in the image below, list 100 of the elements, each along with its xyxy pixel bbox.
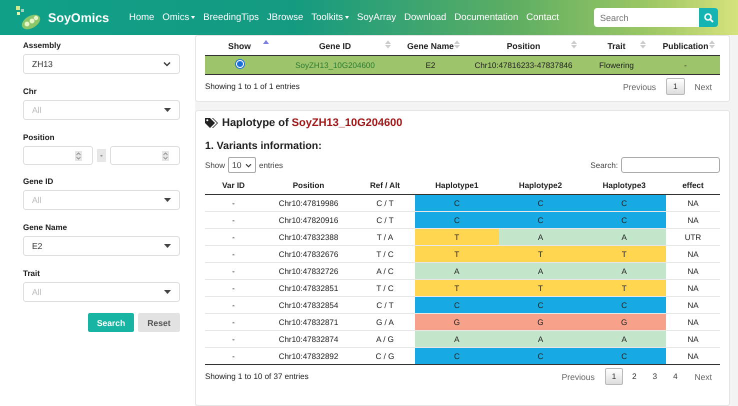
table-cell: Chr10:47832892 [262,348,355,364]
allele-cell: A [415,262,499,280]
select-field[interactable]: E2 [23,236,180,256]
table-cell: Chr10:47832854 [262,296,355,314]
allele-cell: T [582,280,666,296]
previous-link[interactable]: Previous [554,372,603,382]
allele-cell: C [415,212,499,228]
search-field[interactable]: Search [594,8,699,27]
allele-cell: C [582,348,666,364]
caret-icon [164,108,171,112]
allele-cell: T [498,280,582,296]
next-link[interactable]: Next [686,372,720,382]
table-cell: - [205,228,262,246]
allele-cell: A [582,262,666,280]
page-link[interactable]: 1 [666,78,685,95]
allele-cell: C [498,296,582,314]
table-info: Showing 1 to 1 of 1 entries [205,82,300,91]
spinner-icon [75,150,82,160]
previous-link[interactable]: Previous [614,82,664,92]
field-label: Assembly [23,41,62,50]
table-search-field[interactable] [621,157,720,173]
allele-cell: C [498,194,582,212]
column-header[interactable]: effect [666,176,720,194]
allele-cell: C [582,194,666,212]
search-icon [704,12,714,22]
allele-cell: G [498,314,582,330]
section-title: Haplotype of SoyZH13_10G204600 [222,117,402,129]
page-link[interactable]: 4 [666,368,685,385]
table-cell: Chr10:47819986 [262,194,355,212]
table-cell: NA [666,280,720,296]
table-cell: - [205,262,262,280]
page-link[interactable]: 1 [604,368,624,385]
section-heading: 1. Variants information: [205,140,323,152]
table-cell: NA [666,212,720,228]
table-cell: - [205,280,262,296]
table-cell: NA [666,262,720,280]
number-field[interactable] [110,146,180,165]
table-row[interactable]: SoyZH13_10G204600 E2 Chr10:47816233-47837846 Flowering - [205,56,720,74]
table-cell: NA [666,194,720,212]
allele-cell: T [415,280,499,296]
table-cell: Chr10:47832676 [262,246,355,262]
table-cell: NA [666,330,720,348]
column-header[interactable]: Position [262,176,355,194]
caret-icon [164,290,171,294]
caret-icon [345,16,350,19]
allele-cell: A [582,228,666,246]
length-label: Show [205,160,226,170]
caret-icon [191,16,196,19]
page-size-select[interactable]: 10 [228,157,256,173]
table-cell: - [205,348,262,364]
allele-cell: C [582,212,666,228]
range-separator: - [97,149,106,162]
table-cell: Chr10:47832726 [262,262,355,280]
table-cell: Flowering [582,56,651,74]
reset-button[interactable]: Reset [138,313,180,332]
next-link[interactable]: Next [686,82,720,92]
column-header[interactable]: Var ID [205,176,262,194]
allele-cell: C [415,194,499,212]
allele-cell: T [415,228,499,246]
length-label: entries [259,160,284,170]
allele-cell: T [582,246,666,262]
table-cell: NA [666,246,720,262]
caret-icon [164,244,171,248]
table-cell: - [205,296,262,314]
table-cell: - [205,246,262,262]
allele-cell: T [498,246,582,262]
table-cell: Chr10:47832388 [262,228,355,246]
search-button[interactable] [699,8,718,27]
table-cell: - [205,212,262,228]
table-cell: Chr10:47820916 [262,212,355,228]
table-cell: NA [666,296,720,314]
number-field[interactable] [23,146,94,165]
allele-cell: G [582,314,666,330]
select-field[interactable]: ZH13 [23,54,180,74]
page-link[interactable]: 2 [625,368,644,385]
table-cell: Chr10:47832851 [262,280,355,296]
caret-icon [164,198,171,202]
field-label: Gene Name [23,223,68,232]
chevron-icon [163,61,171,67]
table-cell: NA [666,348,720,364]
radio-button[interactable] [236,60,244,68]
allele-cell: C [582,296,666,314]
table-cell: E2 [396,56,465,74]
table-cell: UTR [666,228,720,246]
table-cell: - [205,314,262,330]
page-link[interactable]: 3 [646,368,664,385]
allele-cell: G [415,314,499,330]
allele-cell: T [415,246,499,262]
allele-cell: A [498,262,582,280]
column-header[interactable]: Ref / Alt [355,176,415,194]
table-cell: NA [666,314,720,330]
allele-cell: C [498,212,582,228]
table-cell: Chr10:47832871 [262,314,355,330]
allele-cell: A [498,228,582,246]
site-title: SoyOmics [48,10,110,24]
table-cell: Chr10:47832874 [262,330,355,348]
allele-cell: A [415,330,499,348]
table-info: Showing 1 to 10 of 37 entries [205,372,309,381]
nav-link[interactable]: JBrowse [262,12,308,23]
chevron-icon [245,162,252,168]
